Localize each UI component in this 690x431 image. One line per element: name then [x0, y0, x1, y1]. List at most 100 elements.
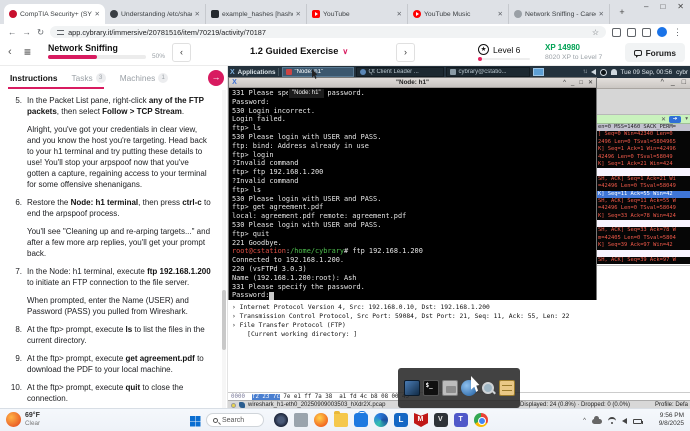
browser-tab[interactable]: example_hashes [hashcat w...✕	[206, 4, 307, 24]
vm-clock[interactable]: Tue 09 Sep, 00:56	[621, 69, 673, 76]
packet-row[interactable]: SH, ACK] Seq=11 Ack=55 W	[597, 197, 690, 206]
extensions-icon[interactable]	[627, 27, 636, 37]
window-minimize-button[interactable]: –	[644, 2, 648, 11]
drawer-icon[interactable]	[498, 380, 515, 396]
window-maximize-button[interactable]: □	[660, 2, 665, 11]
wifi-icon[interactable]	[608, 417, 616, 425]
packet-row[interactable]: K] Seq=39 Ack=97 Win=42	[597, 242, 690, 250]
browser-tab[interactable]: Understanding /etc/shadow✕	[105, 4, 206, 24]
reload-icon[interactable]: ↻	[37, 28, 44, 37]
minimize-icon[interactable]: _	[671, 79, 675, 86]
start-button[interactable]	[190, 416, 195, 421]
terminal-body[interactable]: 331 Please specify the password.Password…	[229, 88, 596, 300]
edge-icon[interactable]	[374, 413, 388, 427]
share-icon[interactable]	[612, 27, 621, 37]
next-activity-button[interactable]: ›	[396, 43, 415, 62]
packet-row[interactable]: K] Seq=33 Ack=78 Win=424	[597, 212, 690, 221]
cloud-icon[interactable]	[592, 415, 602, 424]
appv-icon[interactable]	[434, 413, 448, 427]
packet-row[interactable]: =42496 Len=0 TSval=58049	[597, 183, 690, 191]
battery-icon[interactable]	[633, 418, 643, 424]
packet-row[interactable]: ] Seq=0 Win=42340 Len=0	[597, 131, 690, 139]
packet-row[interactable]: 42496 Len=0 TSval=58049	[597, 153, 690, 161]
side-panel-icon[interactable]	[642, 27, 651, 37]
volume-icon[interactable]	[590, 69, 596, 75]
volume-icon[interactable]	[622, 418, 627, 424]
tab-tasks[interactable]: Tasks 3	[71, 72, 106, 83]
filter-clear-icon[interactable]: ✕	[661, 116, 666, 123]
terminal-icon[interactable]	[422, 380, 439, 396]
browser-tab[interactable]: YouTube ✕	[307, 4, 408, 24]
bell-icon[interactable]	[610, 69, 617, 75]
record-icon[interactable]	[599, 68, 607, 76]
terminal-titlebar[interactable]: X "Node: h1" ^ _ □ ✕	[229, 78, 596, 88]
capture-file-name[interactable]: wireshark_h1-eth0_20250909003503_hXdr2X.…	[248, 401, 385, 408]
display-icon[interactable]	[403, 380, 420, 396]
browser-tab[interactable]: YouTube Music ✕	[408, 4, 509, 24]
packet-row[interactable]	[597, 168, 690, 176]
browser-menu-icon[interactable]: ⋮	[673, 27, 682, 38]
profile-label[interactable]: Profile: Defa	[655, 401, 688, 408]
tab-close-icon[interactable]: ✕	[95, 10, 100, 18]
packet-row[interactable]: =42496 Len=0 TSval=58049	[597, 205, 690, 213]
maximize-icon[interactable]: □	[579, 78, 583, 88]
panel-scrollbar[interactable]	[222, 90, 226, 408]
forums-button[interactable]: Forums	[624, 43, 685, 62]
window-close-button[interactable]: ✕	[677, 2, 684, 11]
fileexplorer-icon[interactable]	[294, 413, 308, 427]
teams-icon[interactable]	[454, 413, 468, 427]
vm-window-button[interactable]: Qt Client Leader ...	[356, 67, 445, 77]
minimize-icon[interactable]: _	[571, 78, 574, 88]
tab-close-icon[interactable]: ✕	[397, 10, 402, 18]
packet-row[interactable]: SH, ACK] Seq=39 Ack=97 W	[597, 257, 690, 265]
close-icon[interactable]: ✕	[588, 78, 593, 88]
detail-line[interactable]: › File Transfer Protocol (FTP)	[232, 321, 690, 330]
linkedin-icon[interactable]	[394, 413, 408, 427]
search-icon[interactable]	[480, 380, 496, 396]
packet-row[interactable]: SH, ACK] Seq=1 Ack=21 Wi	[597, 175, 690, 184]
vm-window-button[interactable]: cybrary@cstatio...	[446, 67, 531, 77]
taskbar-clock[interactable]: 9:56 PM 9/8/2025	[659, 412, 684, 428]
profile-avatar[interactable]	[657, 27, 667, 37]
back-icon[interactable]: ←	[8, 28, 17, 37]
tab-instructions[interactable]: Instructions	[10, 73, 57, 83]
vm-window-button[interactable]: "Node: h1"	[282, 67, 355, 77]
header-back-icon[interactable]: ‹	[8, 46, 12, 58]
new-tab-button[interactable]: +	[614, 5, 630, 21]
maximize-icon[interactable]: □	[682, 79, 686, 86]
bookmark-star-icon[interactable]: ☆	[592, 28, 599, 37]
forward-icon[interactable]: →	[23, 28, 32, 37]
url-text[interactable]: app.cybrary.it/immersive/20781516/item/7…	[68, 28, 588, 37]
tab-close-icon[interactable]: ✕	[498, 10, 503, 18]
detail-line[interactable]: › Internet Protocol Version 4, Src: 192.…	[232, 303, 690, 312]
shade-icon[interactable]: ^	[563, 78, 566, 88]
tab-close-icon[interactable]: ✕	[296, 10, 301, 18]
shade-icon[interactable]: ^	[661, 79, 664, 86]
store-icon[interactable]	[354, 411, 368, 427]
detail-line[interactable]: [Current working directory: ]	[232, 330, 690, 339]
detail-line[interactable]: › Transmission Control Protocol, Src Por…	[232, 312, 690, 321]
packet-row[interactable]: K] Seq=1 Ack=21 Win=424	[597, 160, 690, 169]
site-settings-icon[interactable]	[57, 29, 65, 35]
chrome-icon[interactable]	[474, 413, 488, 427]
packet-row[interactable]: 2496 Len=0 TSval=5804965	[597, 138, 690, 147]
taskbar-search[interactable]: Search	[206, 413, 264, 427]
browser-tab[interactable]: Network Sniffing - Career ...✕	[509, 4, 610, 24]
wireshark-packet-list[interactable]: en=0 MSS=1460 SACK_PERM=] Seq=0 Win=4234…	[597, 124, 690, 265]
prev-activity-button[interactable]: ‹	[172, 43, 191, 62]
terminal-window[interactable]: X "Node: h1" ^ _ □ ✕ 331 Please specify …	[228, 77, 597, 300]
packet-row[interactable]: en=0 MSS=1460 SACK_PERM=	[597, 124, 690, 132]
scrollbar-thumb[interactable]	[222, 290, 226, 350]
tab-machines[interactable]: Machines 1	[120, 72, 169, 83]
packet-row[interactable]: m=42405 Len=0 TSval=5804	[597, 234, 690, 243]
filter-dropdown-icon[interactable]: ▾	[685, 116, 688, 122]
chevron-up-icon[interactable]: ^	[583, 418, 586, 424]
browser-tab[interactable]: CompTIA Security+ (SY0-7...✕	[4, 4, 105, 24]
tab-close-icon[interactable]: ✕	[195, 10, 200, 18]
mcafee-icon[interactable]	[414, 413, 428, 427]
workspace-pager[interactable]	[533, 68, 545, 76]
applications-menu[interactable]: Applications	[238, 69, 276, 76]
taskview-icon[interactable]	[274, 413, 288, 427]
activity-title[interactable]: 1.2 Guided Exercise ∨	[250, 46, 348, 56]
hamburger-icon[interactable]: ≡	[24, 45, 31, 59]
